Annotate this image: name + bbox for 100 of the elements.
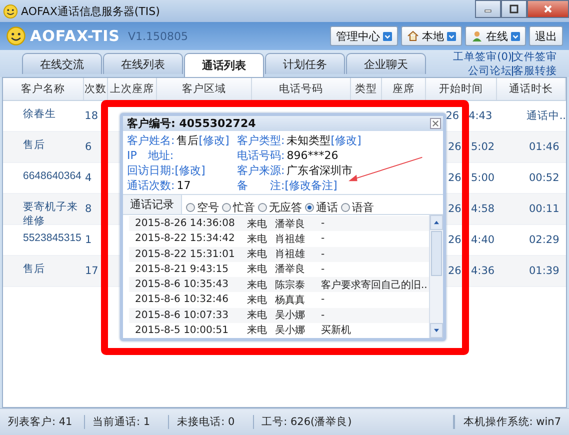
header-button[interactable]: 本地 <box>401 26 462 46</box>
table-cell-text: 26 <box>448 264 462 279</box>
record-type: 来电 <box>247 232 268 246</box>
record-row[interactable]: 2015-8-21 9:43:15 来电 潘举良 - <box>129 262 429 277</box>
maximize-icon <box>509 4 519 14</box>
record-agent: 潘举良 <box>275 262 306 276</box>
up-arrow-icon <box>433 220 440 225</box>
column-header: 次数 <box>84 78 108 100</box>
tab[interactable]: 在线交流 <box>22 53 102 74</box>
maximize-button[interactable] <box>501 0 527 18</box>
record-type: 来电 <box>247 218 268 231</box>
table-cell-text: 1 <box>85 233 93 248</box>
field-value: 售后 <box>176 133 199 148</box>
table-cell-text: 4:43 <box>468 109 494 124</box>
status-text: 当前通话: 1 <box>84 415 170 429</box>
record-note: - <box>320 264 326 275</box>
radio-button[interactable]: 无应答 <box>258 200 302 214</box>
field-value: 17 <box>176 179 191 192</box>
tab[interactable]: 计划任务 <box>265 53 345 74</box>
record-time: 2015-8-6 10:35:43 <box>134 279 230 290</box>
table-cell-text: 售后 <box>22 262 46 277</box>
record-agent: 陈宗泰 <box>275 278 306 292</box>
table-cell-text: 01:46 <box>528 140 560 155</box>
record-time: 2015-8-5 10:00:51 <box>134 324 230 336</box>
record-row[interactable]: 2015-8-22 15:34:42 来电 肖祖雄 - <box>129 231 429 246</box>
close-icon <box>543 4 553 14</box>
field-label: 客户来源: <box>237 163 285 178</box>
tab[interactable]: 通话列表 <box>184 53 264 77</box>
radio-button[interactable]: 空号 <box>186 200 219 214</box>
record-row[interactable]: 2015-8-5 10:00:51 来电 吴小娜 买新机 <box>129 322 429 338</box>
table-cell-text: 4:58 <box>471 202 496 217</box>
record-row[interactable]: 2015-8-26 14:36:08 来电 潘举良 - <box>129 216 429 232</box>
table-cell-text: 6 <box>85 140 93 155</box>
record-note: 客户要求寄回自己的旧.. <box>320 278 428 292</box>
table-cell-text: 售后 <box>22 138 46 153</box>
record-type: 来电 <box>247 278 268 292</box>
header-button[interactable]: 在线 <box>465 26 526 46</box>
edit-link[interactable]: [修改] <box>174 163 206 178</box>
column-header: 座席 <box>382 78 426 100</box>
link[interactable]: 工单签审(0) <box>453 50 512 64</box>
edit-link[interactable]: [修改] <box>330 133 362 148</box>
column-header: 通话时长 <box>497 78 566 100</box>
record-agent: 肖祖雄 <box>275 248 306 262</box>
table-cell-text: 26 <box>448 171 462 186</box>
field-value: 896***26 <box>286 149 338 162</box>
table-cell-text: 5:02 <box>471 140 496 155</box>
close-button[interactable] <box>430 118 441 129</box>
record-time: 2015-8-21 9:43:15 <box>134 264 230 275</box>
dropdown-icon <box>511 32 520 40</box>
column-header: 类型 <box>351 78 382 100</box>
status-text: 未接电话: 0 <box>169 415 254 429</box>
link[interactable]: 文件签审 <box>513 50 557 64</box>
field-label: 客户类型: <box>237 133 285 148</box>
column-header: 开始时间 <box>426 78 497 100</box>
record-agent: 吴小娜 <box>275 308 306 322</box>
header-button[interactable]: 退出 <box>529 26 563 46</box>
record-note: - <box>320 233 326 244</box>
scrollbar[interactable] <box>429 215 443 338</box>
record-type: 来电 <box>247 324 268 338</box>
record-time: 2015-8-22 15:34:42 <box>134 233 236 244</box>
table-cell-text: 4:40 <box>471 233 496 248</box>
smiley-icon <box>6 26 26 46</box>
table-cell-text: 6648640364 <box>22 169 82 184</box>
window-title: AOFAX通话信息服务器(TIS) <box>21 4 160 18</box>
radio-button[interactable]: 语音 <box>341 200 374 214</box>
header-button[interactable]: 管理中心 <box>330 26 398 46</box>
table-cell-text: 徐春生 <box>22 107 57 122</box>
edit-link[interactable]: [修改备注] <box>284 178 338 193</box>
column-header: 客户名称 <box>3 78 84 100</box>
record-agent: 肖祖雄 <box>275 232 306 246</box>
link[interactable]: 客服转接 <box>513 64 557 78</box>
tab[interactable]: 企业聊天 <box>346 53 426 74</box>
close-button[interactable] <box>527 0 569 18</box>
table-cell-text: 00:11 <box>528 202 560 217</box>
table-cell-text: 17 <box>85 264 100 279</box>
record-note: 买新机 <box>320 324 352 338</box>
table-cell-text: 4 <box>85 171 93 186</box>
tab[interactable]: 在线列表 <box>103 53 183 74</box>
house-icon <box>407 30 419 42</box>
down-arrow-icon <box>433 328 440 333</box>
table-cell-text: 要寄机子来维修 <box>22 200 79 224</box>
app-logo: AOFAX-TIS <box>30 27 120 45</box>
status-text: 列表客户: 41 <box>0 415 85 429</box>
minimize-button[interactable] <box>475 0 501 18</box>
radio-button[interactable]: 通话 <box>305 200 338 214</box>
radio-button[interactable]: 忙音 <box>222 200 255 214</box>
record-type: 来电 <box>247 294 268 307</box>
smiley-icon <box>3 4 18 18</box>
edit-link[interactable]: [修改] <box>198 133 230 148</box>
field-value: 广东省深圳市 <box>286 163 353 178</box>
record-row[interactable]: 2015-8-6 10:35:43 来电 陈宗泰 客户要求寄回自己的旧.. <box>129 277 429 292</box>
tab[interactable]: 通话记录 <box>123 195 182 214</box>
column-header: 电话号码 <box>252 78 351 100</box>
link[interactable]: 公司论坛 <box>468 64 512 78</box>
record-row[interactable]: 2015-8-6 10:32:46 来电 杨真真 - <box>129 292 429 308</box>
column-header: 客户区域 <box>157 78 252 100</box>
record-row[interactable]: 2015-8-22 15:31:01 来电 肖祖雄 - <box>129 246 429 262</box>
record-row[interactable]: 2015-8-6 10:07:33 来电 吴小娜 - <box>129 308 429 323</box>
field-label: 通话次数: <box>127 178 175 193</box>
table-cell-text: 02:29 <box>528 233 560 248</box>
